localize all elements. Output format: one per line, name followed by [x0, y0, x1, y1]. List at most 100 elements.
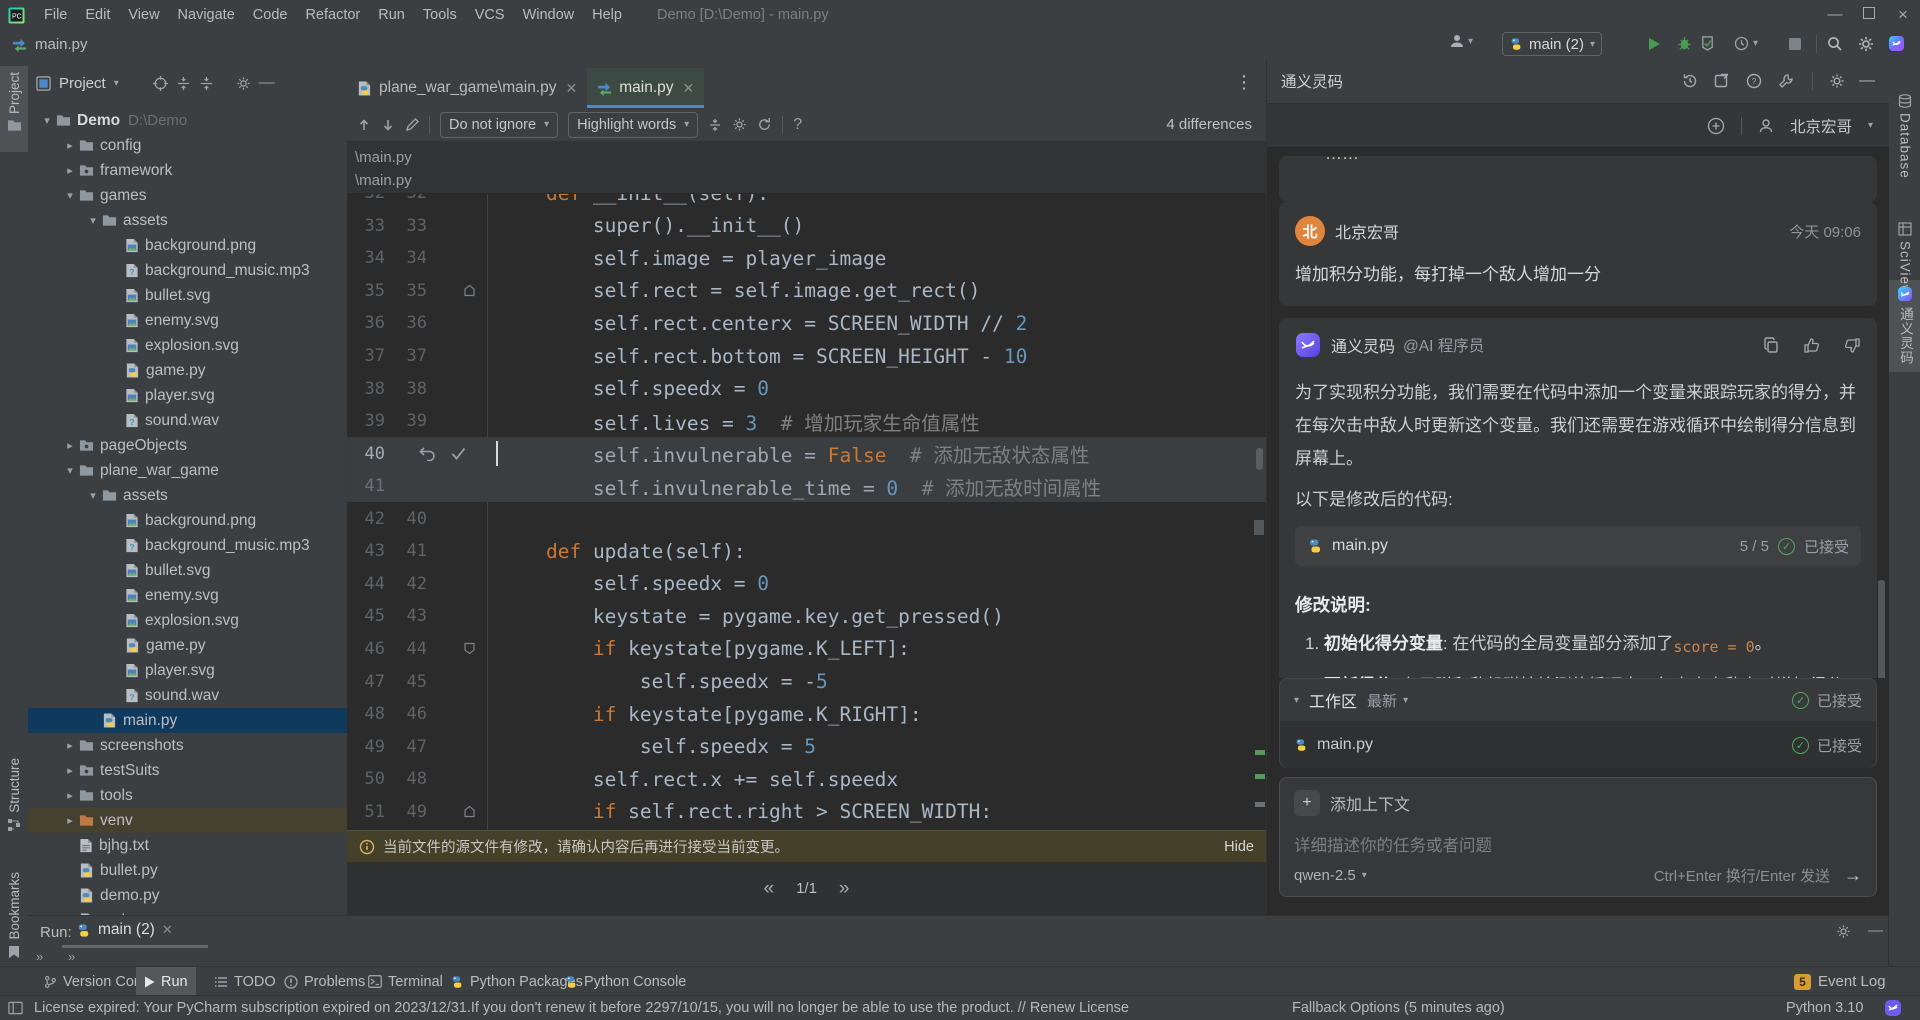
help-circle-icon[interactable]: ?: [1746, 73, 1762, 89]
python-interpreter[interactable]: Python 3.10: [1786, 1000, 1863, 1016]
add-context-button[interactable]: +: [1294, 790, 1320, 816]
editor-tab-plane_war_game-main.py[interactable]: plane_war_game\main.py✕: [347, 68, 587, 108]
event-log-button[interactable]: 5 Event Log: [1794, 967, 1886, 996]
diff-settings-gear-icon[interactable]: [732, 117, 747, 132]
chevron-down-icon[interactable]: ▾: [84, 489, 102, 502]
run-button[interactable]: [1647, 37, 1661, 51]
tree-item-demo.py[interactable]: demo.py: [28, 883, 347, 908]
menu-edit[interactable]: Edit: [76, 0, 119, 30]
search-everywhere-icon[interactable]: [1827, 36, 1843, 52]
tool-window-switcher-icon[interactable]: [8, 1001, 23, 1015]
tree-item-assets[interactable]: ▾assets: [28, 208, 347, 233]
refresh-icon[interactable]: [757, 117, 772, 132]
highlight-policy-select[interactable]: Highlight words▾: [568, 112, 698, 138]
prompt-input-card[interactable]: + 添加上下文 详细描述你的任务或者问题 qwen-2.5 ▾ Ctrl+Ent…: [1279, 777, 1877, 897]
code-line-42[interactable]: 4240: [347, 503, 1266, 536]
model-dropdown-icon[interactable]: ▾: [1362, 870, 1367, 881]
minimize-button[interactable]: —: [1818, 0, 1852, 30]
tree-item-main.py[interactable]: main.py: [28, 708, 347, 733]
new-chat-icon[interactable]: [1714, 73, 1730, 89]
code-line-46[interactable]: 4644 if keystate[pygame.K_LEFT]:: [347, 633, 1266, 666]
collapse-unchanged-icon[interactable]: [708, 118, 722, 132]
thumbs-down-icon[interactable]: [1844, 337, 1861, 354]
chat-scrollbar-thumb[interactable]: [1878, 580, 1885, 678]
send-button[interactable]: →: [1844, 865, 1862, 886]
chevron-right-icon[interactable]: ▸: [61, 139, 79, 152]
hide-panel-icon[interactable]: —: [259, 74, 275, 92]
settings-gear-icon[interactable]: [1858, 36, 1874, 52]
user-menu[interactable]: ▾: [1449, 33, 1473, 49]
toolwindow-button-terminal[interactable]: Terminal: [360, 967, 451, 996]
workspace-filter[interactable]: 最新: [1367, 690, 1397, 711]
stripe-tab-通义灵码[interactable]: 通义灵码: [1889, 280, 1920, 372]
toolwindow-button-python-console[interactable]: Python Console: [556, 967, 694, 996]
tree-item-config[interactable]: ▸config: [28, 133, 347, 158]
stripe-tab-project[interactable]: Project: [0, 66, 28, 152]
code-line-49[interactable]: 4947 self.speedx = 5: [347, 730, 1266, 763]
tree-item-bullet.py[interactable]: bullet.py: [28, 858, 347, 883]
jump-to-source-pencil-icon[interactable]: [405, 118, 419, 132]
notification-hide-button[interactable]: Hide: [1224, 839, 1254, 855]
menu-view[interactable]: View: [119, 0, 168, 30]
expand-all-icon[interactable]: [176, 76, 191, 91]
menu-window[interactable]: Window: [514, 0, 584, 30]
tree-item-explosion.svg[interactable]: explosion.svg: [28, 333, 347, 358]
lingma-settings-gear-icon[interactable]: [1829, 73, 1845, 89]
tree-item-game.py[interactable]: game.py: [28, 633, 347, 658]
model-select[interactable]: qwen-2.5: [1294, 867, 1356, 884]
chevron-down-icon[interactable]: ▾: [38, 114, 56, 127]
run-tab[interactable]: main (2) ✕: [76, 921, 173, 939]
tree-item-game.py[interactable]: game.py: [28, 358, 347, 383]
tree-item-background.png[interactable]: background.png: [28, 233, 347, 258]
project-settings-gear-icon[interactable]: [236, 76, 251, 91]
account-name[interactable]: 北京宏哥: [1790, 115, 1852, 137]
chevron-right-icon[interactable]: ▸: [61, 764, 79, 777]
code-line-37[interactable]: 3737 self.rect.bottom = SCREEN_HEIGHT - …: [347, 340, 1266, 373]
toolbar-overflow-chevron[interactable]: »: [36, 949, 41, 964]
coverage-button[interactable]: [1700, 36, 1715, 51]
chevron-down-icon[interactable]: ▾: [84, 214, 102, 227]
tree-item-explosion.svg[interactable]: explosion.svg: [28, 608, 347, 633]
account-dropdown-icon[interactable]: ▾: [1868, 120, 1873, 131]
tree-item-background_music.mp3[interactable]: ?background_music.mp3: [28, 258, 347, 283]
tree-item-player.svg[interactable]: player.svg: [28, 383, 347, 408]
tree-item-enemy.svg[interactable]: enemy.svg: [28, 583, 347, 608]
stripe-tab-structure[interactable]: Structure: [0, 752, 28, 844]
rollback-change-icon[interactable]: [419, 446, 436, 461]
profiler-button[interactable]: ▾: [1734, 36, 1758, 51]
project-panel-title[interactable]: Project: [59, 75, 106, 92]
tree-item-background.png[interactable]: background.png: [28, 508, 347, 533]
code-line-36[interactable]: 3636 self.rect.centerx = SCREEN_WIDTH //…: [347, 307, 1266, 340]
chevron-right-icon[interactable]: ▸: [61, 789, 79, 802]
tree-item-framework[interactable]: ▸framework: [28, 158, 347, 183]
code-line-44[interactable]: 4442 self.speedx = 0: [347, 568, 1266, 601]
workspace-file-row[interactable]: main.py✓已接受: [1280, 722, 1876, 768]
code-line-35[interactable]: 3535 self.rect = self.image.get_rect(): [347, 275, 1266, 308]
history-icon[interactable]: [1682, 73, 1698, 89]
chevron-down-icon[interactable]: ▾: [61, 189, 79, 202]
breadcrumb[interactable]: main.py: [35, 36, 88, 53]
code-line-50[interactable]: 5048 self.rect.x += self.speedx: [347, 763, 1266, 796]
pager-next-icon[interactable]: »: [839, 878, 850, 900]
ignore-policy-select[interactable]: Do not ignore▾: [440, 112, 558, 138]
toolwindow-button-run[interactable]: Run: [136, 967, 196, 996]
code-line-41[interactable]: 41 self.invulnerable_time = 0 # 添加无敌时间属性: [347, 470, 1266, 503]
tree-item-sound.wav[interactable]: ?sound.wav: [28, 408, 347, 433]
project-view-dropdown[interactable]: ▾: [114, 78, 119, 89]
run-hide-icon[interactable]: —: [1868, 922, 1883, 939]
wrench-icon[interactable]: [1778, 73, 1794, 89]
code-line-34[interactable]: 3434 self.image = player_image: [347, 242, 1266, 275]
tree-item-plane_war_game[interactable]: ▾plane_war_game: [28, 458, 347, 483]
tree-item-bullet.svg[interactable]: bullet.svg: [28, 558, 347, 583]
chevron-down-icon[interactable]: ▾: [61, 464, 79, 477]
code-line-43[interactable]: 4341 def update(self):: [347, 535, 1266, 568]
accept-change-icon[interactable]: [451, 447, 466, 460]
lingma-logo-icon[interactable]: [1888, 35, 1905, 52]
menu-run[interactable]: Run: [369, 0, 414, 30]
tree-item-sound.wav[interactable]: ?sound.wav: [28, 683, 347, 708]
restore-button[interactable]: [1852, 0, 1886, 30]
menu-code[interactable]: Code: [244, 0, 297, 30]
close-button[interactable]: ×: [1886, 0, 1920, 30]
menu-vcs[interactable]: VCS: [466, 0, 514, 30]
thumbs-up-icon[interactable]: [1803, 337, 1820, 354]
